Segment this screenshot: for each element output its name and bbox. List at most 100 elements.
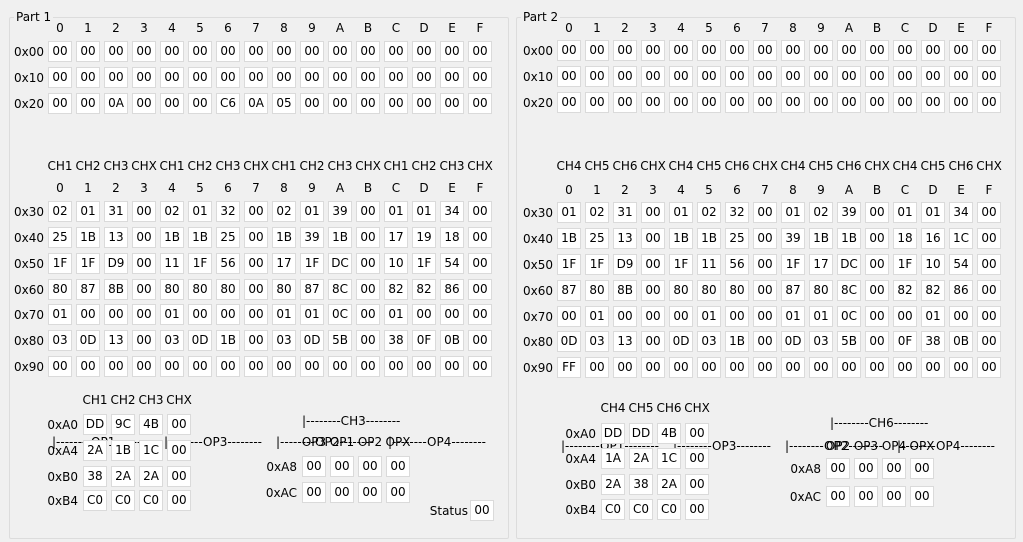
- part2-register-cell[interactable]: 01: [585, 306, 609, 327]
- part2-register-cell[interactable]: 1B: [809, 228, 833, 249]
- part2-register-cell[interactable]: 86: [949, 280, 973, 301]
- part2-register-cell[interactable]: 00: [921, 66, 945, 87]
- part1-register-cell[interactable]: 00: [300, 67, 324, 88]
- part2-register-cell[interactable]: 00: [854, 458, 878, 479]
- part2-register-cell[interactable]: 00: [809, 40, 833, 61]
- part1-register-cell[interactable]: 31: [104, 201, 128, 222]
- part1-register-cell[interactable]: 02: [160, 201, 184, 222]
- part2-register-cell[interactable]: 1F: [557, 254, 581, 275]
- part2-register-cell[interactable]: 25: [725, 228, 749, 249]
- part2-register-cell[interactable]: C0: [601, 499, 625, 520]
- part2-register-cell[interactable]: 00: [977, 357, 1001, 378]
- part2-register-cell[interactable]: 18: [893, 228, 917, 249]
- part2-register-cell[interactable]: 8B: [613, 280, 637, 301]
- part1-register-cell[interactable]: 01: [48, 304, 72, 325]
- part2-register-cell[interactable]: 0F: [893, 331, 917, 352]
- part2-register-cell[interactable]: 00: [753, 66, 777, 87]
- part2-register-cell[interactable]: 0C: [837, 306, 861, 327]
- part1-register-cell[interactable]: 01: [76, 201, 100, 222]
- part2-register-cell[interactable]: 00: [585, 92, 609, 113]
- part2-register-cell[interactable]: 01: [697, 306, 721, 327]
- part2-register-cell[interactable]: 25: [585, 228, 609, 249]
- part1-register-cell[interactable]: 00: [160, 356, 184, 377]
- part1-register-cell[interactable]: 01: [188, 201, 212, 222]
- part2-register-cell[interactable]: 13: [613, 331, 637, 352]
- part2-register-cell[interactable]: C0: [629, 499, 653, 520]
- part2-register-cell[interactable]: C0: [657, 499, 681, 520]
- part1-register-cell[interactable]: 00: [272, 356, 296, 377]
- part2-register-cell[interactable]: 00: [753, 306, 777, 327]
- part2-register-cell[interactable]: 00: [865, 331, 889, 352]
- part1-register-cell[interactable]: 00: [244, 41, 268, 62]
- part1-register-cell[interactable]: 01: [384, 304, 408, 325]
- part2-register-cell[interactable]: 00: [641, 280, 665, 301]
- part1-register-cell[interactable]: 00: [386, 482, 410, 503]
- part1-register-cell[interactable]: 11: [160, 253, 184, 274]
- part1-register-cell[interactable]: C0: [111, 490, 135, 511]
- part2-register-cell[interactable]: 8C: [837, 280, 861, 301]
- part1-register-cell[interactable]: 00: [300, 93, 324, 114]
- part2-register-cell[interactable]: 00: [557, 306, 581, 327]
- part2-register-cell[interactable]: 1B: [669, 228, 693, 249]
- part2-register-cell[interactable]: 00: [826, 486, 850, 507]
- part2-register-cell[interactable]: 17: [809, 254, 833, 275]
- part1-register-cell[interactable]: 00: [468, 253, 492, 274]
- part2-register-cell[interactable]: 00: [977, 202, 1001, 223]
- part1-register-cell[interactable]: 00: [328, 356, 352, 377]
- part2-register-cell[interactable]: 0D: [781, 331, 805, 352]
- part2-register-cell[interactable]: 00: [641, 66, 665, 87]
- part2-register-cell[interactable]: 0B: [949, 331, 973, 352]
- part2-register-cell[interactable]: 00: [893, 357, 917, 378]
- part1-register-cell[interactable]: 03: [48, 330, 72, 351]
- part1-register-cell[interactable]: 80: [216, 279, 240, 300]
- part2-register-cell[interactable]: 1F: [893, 254, 917, 275]
- part1-register-cell[interactable]: 00: [160, 67, 184, 88]
- part1-register-cell[interactable]: 00: [300, 356, 324, 377]
- part1-register-cell[interactable]: 00: [244, 201, 268, 222]
- part2-register-cell[interactable]: 00: [809, 66, 833, 87]
- part1-register-cell[interactable]: 00: [188, 41, 212, 62]
- part1-register-cell[interactable]: 00: [167, 466, 191, 487]
- part1-register-cell[interactable]: 00: [356, 67, 380, 88]
- part1-register-cell[interactable]: 00: [244, 227, 268, 248]
- part2-register-cell[interactable]: 00: [949, 40, 973, 61]
- part1-register-cell[interactable]: 00: [384, 67, 408, 88]
- part1-register-cell[interactable]: 38: [384, 330, 408, 351]
- part1-register-cell[interactable]: 00: [216, 304, 240, 325]
- part1-register-cell[interactable]: 17: [384, 227, 408, 248]
- part1-register-cell[interactable]: 5B: [328, 330, 352, 351]
- part1-register-cell[interactable]: 1B: [272, 227, 296, 248]
- part2-register-cell[interactable]: 00: [753, 92, 777, 113]
- part2-register-cell[interactable]: 02: [697, 202, 721, 223]
- part2-register-cell[interactable]: 00: [613, 357, 637, 378]
- part2-register-cell[interactable]: 00: [826, 458, 850, 479]
- part1-register-cell[interactable]: 00: [160, 93, 184, 114]
- part1-register-cell[interactable]: 00: [440, 67, 464, 88]
- part1-register-cell[interactable]: 01: [160, 304, 184, 325]
- part2-register-cell[interactable]: 00: [921, 40, 945, 61]
- part2-register-cell[interactable]: 00: [669, 66, 693, 87]
- part2-register-cell[interactable]: 87: [781, 280, 805, 301]
- part2-register-cell[interactable]: 00: [669, 40, 693, 61]
- part2-register-cell[interactable]: 01: [893, 202, 917, 223]
- part1-register-cell[interactable]: 00: [272, 41, 296, 62]
- part1-register-cell[interactable]: 00: [132, 356, 156, 377]
- part1-register-cell[interactable]: 00: [440, 41, 464, 62]
- part1-register-cell[interactable]: 80: [188, 279, 212, 300]
- part1-register-cell[interactable]: 00: [188, 67, 212, 88]
- part1-register-cell[interactable]: 00: [356, 93, 380, 114]
- part1-register-cell[interactable]: 56: [216, 253, 240, 274]
- part2-register-cell[interactable]: 00: [910, 486, 934, 507]
- part1-register-cell[interactable]: 00: [216, 41, 240, 62]
- part2-register-cell[interactable]: 00: [613, 40, 637, 61]
- part2-register-cell[interactable]: 00: [893, 92, 917, 113]
- part2-register-cell[interactable]: 82: [893, 280, 917, 301]
- part1-register-cell[interactable]: 32: [216, 201, 240, 222]
- part1-register-cell[interactable]: 00: [132, 93, 156, 114]
- part1-register-cell[interactable]: 00: [468, 41, 492, 62]
- part2-register-cell[interactable]: 4B: [657, 423, 681, 444]
- part2-register-cell[interactable]: 00: [753, 40, 777, 61]
- part1-register-cell[interactable]: 01: [300, 201, 324, 222]
- part1-register-cell[interactable]: 0C: [328, 304, 352, 325]
- part2-register-cell[interactable]: 00: [641, 202, 665, 223]
